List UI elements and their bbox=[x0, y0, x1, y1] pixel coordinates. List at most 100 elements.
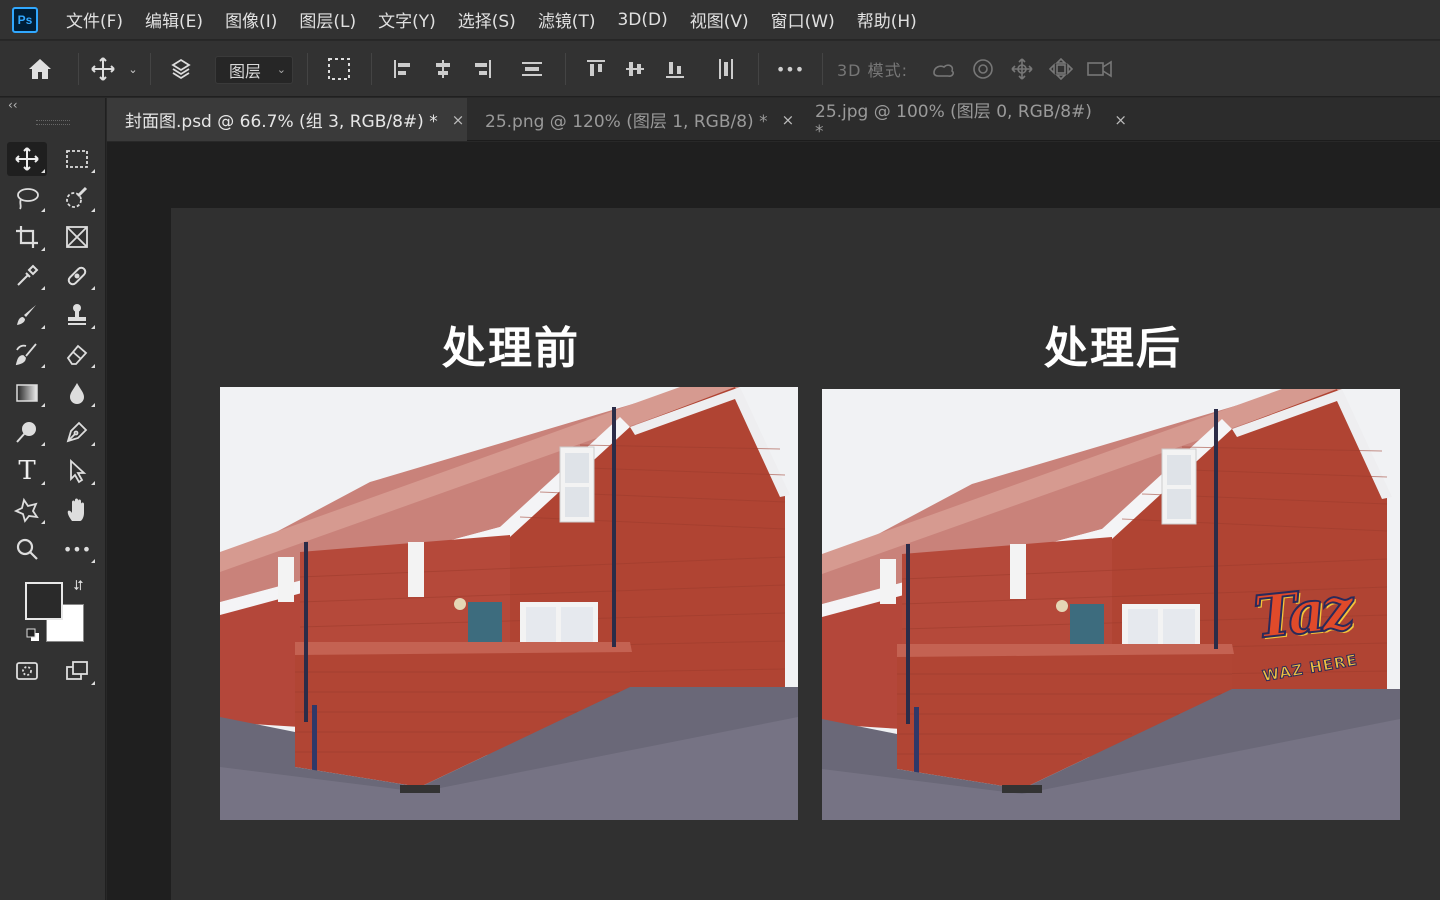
auto-select-target-dropdown[interactable]: 图层 ⌄ bbox=[215, 56, 293, 84]
dodge-icon bbox=[16, 422, 36, 443]
move-tool-icon[interactable] bbox=[88, 41, 118, 97]
tab-label: 25.jpg @ 100% (图层 0, RGB/8#) * bbox=[815, 102, 1092, 142]
3d-mode-label: 3D 模式: bbox=[837, 61, 908, 80]
eyedropper-tool[interactable] bbox=[7, 259, 47, 293]
menu-3d[interactable]: 3D(D) bbox=[617, 10, 667, 30]
close-icon[interactable]: × bbox=[1114, 111, 1127, 129]
chevron-down-icon[interactable]: ⌄ bbox=[124, 41, 142, 97]
menu-help[interactable]: 帮助(H) bbox=[857, 7, 917, 32]
distribute-icon[interactable] bbox=[518, 41, 546, 97]
align-bottom-icon[interactable] bbox=[662, 41, 688, 97]
quick-select-icon bbox=[66, 186, 88, 208]
lasso-tool[interactable] bbox=[7, 181, 47, 215]
move-tool[interactable] bbox=[7, 142, 47, 176]
more-options-icon[interactable]: ••• bbox=[774, 41, 806, 97]
align-middle-icon[interactable] bbox=[622, 41, 648, 97]
frame-icon bbox=[66, 226, 88, 248]
align-center-icon[interactable] bbox=[430, 41, 456, 97]
menu-file[interactable]: 文件(F) bbox=[66, 7, 123, 32]
type-tool[interactable]: T bbox=[7, 454, 47, 488]
collapse-panel-icon[interactable]: ‹‹ bbox=[8, 98, 18, 112]
align-left-icon[interactable] bbox=[390, 41, 416, 97]
distribute-vertical-icon[interactable] bbox=[713, 41, 739, 97]
crop-icon bbox=[16, 226, 38, 248]
tab-25-jpg[interactable]: 25.jpg @ 100% (图层 0, RGB/8#) * × bbox=[797, 98, 1127, 142]
options-bar: ⌄ 图层 ⌄ ••• 3D 模式: bbox=[0, 41, 1440, 97]
eraser-icon bbox=[66, 344, 88, 365]
pen-tool[interactable] bbox=[57, 415, 97, 449]
path-select-tool[interactable] bbox=[57, 454, 97, 488]
bandage-icon bbox=[67, 266, 87, 286]
foreground-color-swatch[interactable] bbox=[25, 582, 63, 620]
graffiti-main-text: Taz bbox=[1250, 573, 1355, 653]
screen-mode-icon bbox=[66, 661, 88, 680]
dodge-tool[interactable] bbox=[7, 415, 47, 449]
frame-tool[interactable] bbox=[57, 220, 97, 254]
swap-colors-icon[interactable]: ⮃ bbox=[73, 578, 84, 594]
3d-slide-icon[interactable] bbox=[1046, 41, 1076, 97]
auto-select-target-value: 图层 bbox=[229, 62, 262, 81]
document-canvas[interactable]: 处理前 处理后 Taz WAZ HERE bbox=[171, 208, 1440, 900]
menu-image[interactable]: 图像(I) bbox=[225, 7, 277, 32]
eraser-tool[interactable] bbox=[57, 337, 97, 371]
menu-select[interactable]: 选择(S) bbox=[458, 7, 516, 32]
menu-filter[interactable]: 滤镜(T) bbox=[538, 7, 596, 32]
quick-mask-button[interactable] bbox=[7, 654, 47, 688]
3d-scale-camera-icon[interactable] bbox=[1084, 41, 1116, 97]
ellipsis-icon: ••• bbox=[62, 539, 92, 559]
type-icon: T bbox=[18, 456, 36, 486]
menu-view[interactable]: 视图(V) bbox=[690, 7, 749, 32]
3d-roll-icon[interactable] bbox=[968, 41, 998, 97]
document-tab-bar: 封面图.psd @ 66.7% (组 3, RGB/8#) * × 25.png… bbox=[107, 98, 1440, 142]
align-top-icon[interactable] bbox=[583, 41, 609, 97]
home-icon[interactable] bbox=[22, 41, 58, 97]
hand-icon bbox=[67, 498, 84, 521]
hand-tool[interactable] bbox=[57, 493, 97, 527]
screen-mode-button[interactable] bbox=[57, 654, 97, 688]
quick-select-tool[interactable] bbox=[57, 181, 97, 215]
align-right-icon[interactable] bbox=[469, 41, 495, 97]
photoshop-logo[interactable]: Ps bbox=[12, 6, 38, 33]
menu-layer[interactable]: 图层(L) bbox=[299, 7, 356, 32]
after-title: 处理后 bbox=[1044, 323, 1182, 374]
default-colors-icon[interactable] bbox=[26, 628, 40, 642]
move-icon bbox=[15, 147, 39, 171]
shape-icon bbox=[14, 497, 39, 523]
panel-grip[interactable] bbox=[36, 120, 70, 125]
quick-mask-icon bbox=[16, 662, 38, 680]
brush-icon bbox=[17, 305, 36, 325]
magnifier-icon bbox=[16, 538, 38, 560]
brush-tool[interactable] bbox=[7, 298, 47, 332]
chevron-down-icon: ⌄ bbox=[276, 63, 286, 76]
auto-select-icon[interactable] bbox=[166, 41, 196, 97]
clone-stamp-tool[interactable] bbox=[57, 298, 97, 332]
menu-window[interactable]: 窗口(W) bbox=[771, 7, 835, 32]
zoom-tool[interactable] bbox=[7, 532, 47, 566]
document-workspace[interactable]: 处理前 处理后 Taz WAZ HERE bbox=[107, 142, 1440, 900]
eyedropper-icon bbox=[17, 264, 39, 286]
transform-controls-icon[interactable] bbox=[324, 41, 354, 97]
gradient-tool[interactable] bbox=[7, 376, 47, 410]
history-brush-tool[interactable] bbox=[7, 337, 47, 371]
custom-shape-tool[interactable] bbox=[7, 493, 47, 527]
close-icon[interactable]: × bbox=[782, 111, 795, 129]
menu-type[interactable]: 文字(Y) bbox=[378, 7, 436, 32]
tab-25-png[interactable]: 25.png @ 120% (图层 1, RGB/8) * × bbox=[467, 98, 797, 141]
before-photo bbox=[220, 387, 798, 820]
3d-pan-icon[interactable] bbox=[1007, 41, 1037, 97]
tab-cover-psd[interactable]: 封面图.psd @ 66.7% (组 3, RGB/8#) * × bbox=[107, 98, 467, 141]
more-tools[interactable]: ••• bbox=[57, 532, 97, 566]
gradient-icon bbox=[16, 384, 38, 402]
pen-icon bbox=[66, 421, 88, 443]
marquee-tool[interactable] bbox=[57, 142, 97, 176]
arrow-cursor-icon bbox=[70, 458, 87, 484]
after-photo: Taz WAZ HERE bbox=[822, 389, 1400, 820]
drop-icon bbox=[70, 383, 84, 404]
crop-tool[interactable] bbox=[7, 220, 47, 254]
close-icon[interactable]: × bbox=[452, 111, 465, 129]
healing-brush-tool[interactable] bbox=[57, 259, 97, 293]
3d-orbit-icon[interactable] bbox=[928, 41, 958, 97]
before-title: 处理前 bbox=[442, 323, 580, 374]
menu-edit[interactable]: 编辑(E) bbox=[145, 7, 203, 32]
blur-tool[interactable] bbox=[57, 376, 97, 410]
